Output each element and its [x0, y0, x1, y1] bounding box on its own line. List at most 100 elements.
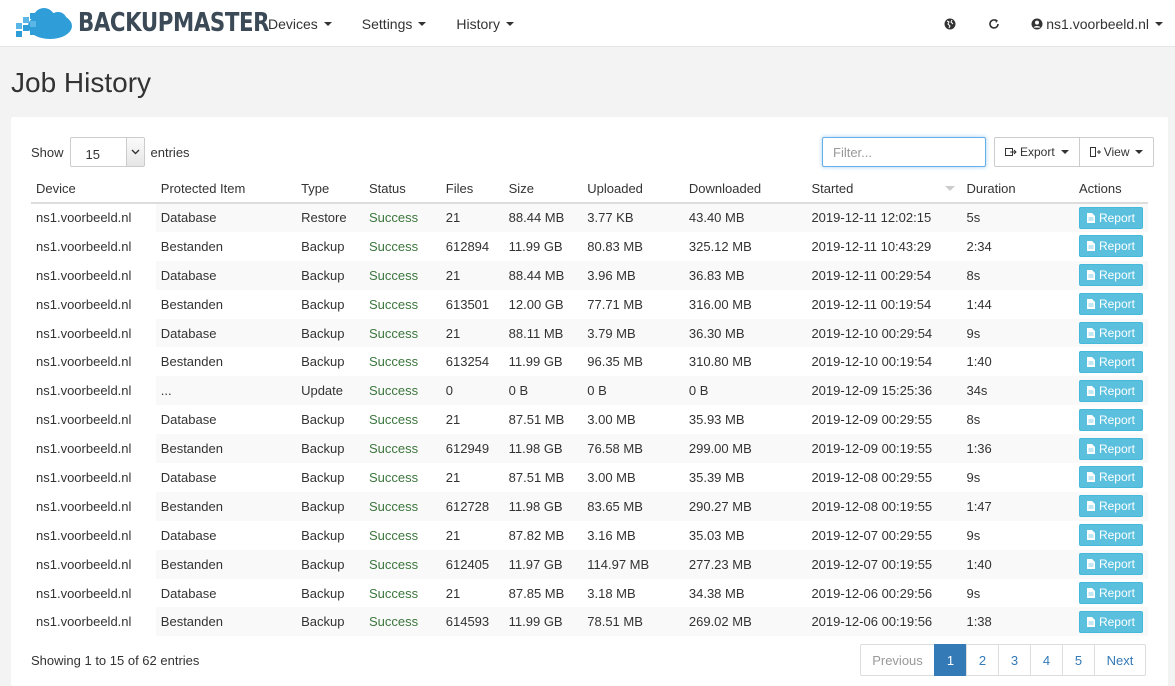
pagination-page-2[interactable]: 2: [966, 644, 999, 676]
cell-files: 612728: [440, 491, 504, 521]
col-protected-item[interactable]: Protected Item: [155, 175, 297, 204]
table-row: ns1.voorbeeld.nl Database Backup Success 21 8…: [31, 318, 1148, 348]
col-size[interactable]: Size: [503, 175, 583, 204]
entries-select[interactable]: 15: [69, 137, 145, 167]
view-label: View: [1103, 145, 1130, 159]
cell-type: Restore: [296, 203, 364, 232]
filter-input[interactable]: Filter...: [822, 137, 986, 167]
cell-duration: 1:40: [966, 354, 992, 370]
cell-size: 87.51 MB: [508, 412, 565, 428]
table-row: ns1.voorbeeld.nl Bestanden Backup Success 61…: [31, 607, 1148, 637]
col-status[interactable]: Status: [363, 175, 441, 204]
report-button-label: Report: [1098, 297, 1135, 312]
nav-right: ns1.voorbeeld.nl: [943, 0, 1163, 47]
table-header-row: Device Protected Item Type Status Files …: [31, 175, 1148, 204]
cell-protected-item: Bestanden: [155, 434, 297, 464]
col-started[interactable]: Started: [806, 175, 962, 204]
nav-history[interactable]: History: [456, 16, 514, 32]
cell-files: 21: [445, 412, 461, 428]
report-button[interactable]: Report: [1078, 206, 1143, 229]
cell-status: Success: [363, 491, 441, 521]
report-button[interactable]: Report: [1078, 322, 1143, 344]
cell-duration: 9s: [966, 527, 981, 543]
entries-select-value: 15: [85, 147, 100, 162]
cell-type: Backup: [301, 296, 345, 312]
report-button[interactable]: Report: [1078, 610, 1143, 633]
cell-protected-item: ...: [155, 376, 297, 406]
cell-device: ns1.voorbeeld.nl: [31, 549, 156, 579]
cell-protected-item: Bestanden: [155, 491, 297, 521]
pagination-page-4[interactable]: 4: [1030, 644, 1063, 676]
table-row: ns1.voorbeeld.nl Bestanden Backup Success 61…: [31, 290, 1148, 319]
caret-down-icon: [505, 21, 514, 26]
cell-started: 2019-12-11 00:29:54: [806, 260, 962, 290]
brand-logo[interactable]: BACKUPMASTER: [14, 5, 311, 41]
report-button[interactable]: Report: [1078, 553, 1143, 576]
export-icon: [1005, 148, 1017, 156]
pagination-page-3[interactable]: 3: [998, 644, 1031, 676]
report-button[interactable]: Report: [1078, 379, 1143, 402]
report-button-label: Report: [1098, 383, 1135, 398]
cell-device: ns1.voorbeeld.nl: [36, 527, 132, 543]
report-button[interactable]: Report: [1078, 466, 1143, 489]
caret-down-icon: [418, 21, 427, 26]
cell-duration: 1:40: [961, 549, 1074, 579]
cell-actions: Report: [1074, 232, 1148, 261]
col-type[interactable]: Type: [296, 175, 364, 204]
cell-started: 2019-12-10 00:19:54: [811, 354, 933, 370]
cell-type: Backup: [296, 491, 364, 521]
view-button[interactable]: View: [1079, 137, 1155, 167]
col-duration[interactable]: Duration: [961, 175, 1074, 204]
cell-status: Success: [368, 354, 419, 370]
cell-uploaded: 77.71 MB: [587, 296, 643, 312]
cell-actions: Report: [1074, 347, 1148, 376]
report-button[interactable]: Report: [1078, 235, 1143, 258]
cell-device: ns1.voorbeeld.nl: [31, 491, 156, 521]
cell-status: Success: [368, 238, 419, 254]
cell-actions: Report: [1073, 260, 1148, 290]
col-downloaded[interactable]: Downloaded: [683, 175, 807, 204]
pagination-next[interactable]: Next: [1094, 644, 1146, 676]
cell-status: Success: [363, 549, 441, 579]
cell-uploaded: 114.97 MB: [582, 549, 684, 579]
report-button[interactable]: Report: [1078, 495, 1143, 518]
user-menu[interactable]: ns1.voorbeeld.nl: [1031, 16, 1163, 32]
nav-devices[interactable]: Devices: [268, 16, 332, 32]
report-button-label: Report: [1098, 412, 1135, 427]
cell-actions: Report: [1073, 607, 1148, 637]
report-button[interactable]: Report: [1078, 350, 1143, 373]
col-files[interactable]: Files: [440, 175, 504, 204]
top-navbar: BACKUPMASTER Devices Settings History ns…: [0, 0, 1175, 47]
cell-uploaded: 83.65 MB: [582, 491, 684, 521]
table-row: ns1.voorbeeld.nl Database Backup Success 21 8…: [31, 579, 1148, 608]
cell-status: Success: [368, 585, 419, 601]
report-button[interactable]: Report: [1078, 524, 1143, 547]
globe-icon[interactable]: [943, 17, 957, 31]
cell-duration: 9s: [961, 318, 1074, 348]
cell-actions: Report: [1073, 318, 1148, 348]
cell-downloaded: 325.12 MB: [688, 238, 752, 254]
col-device[interactable]: Device: [31, 175, 156, 204]
nav-settings[interactable]: Settings: [362, 16, 427, 32]
cell-files: 21: [440, 203, 504, 232]
report-button-label: Report: [1098, 354, 1135, 369]
cell-protected-item: Database: [160, 585, 217, 601]
export-button[interactable]: Export: [994, 137, 1080, 167]
report-button[interactable]: Report: [1078, 293, 1143, 316]
report-button[interactable]: Report: [1078, 437, 1143, 460]
report-button[interactable]: Report: [1078, 408, 1143, 431]
refresh-icon[interactable]: [987, 17, 1001, 31]
cell-actions: Report: [1074, 405, 1148, 434]
pagination-previous[interactable]: Previous: [860, 644, 935, 676]
col-uploaded[interactable]: Uploaded: [582, 175, 684, 204]
table-row: ns1.voorbeeld.nl Bestanden Backup Success 61…: [31, 347, 1148, 376]
cell-type: Backup: [301, 585, 345, 601]
report-button[interactable]: Report: [1078, 264, 1143, 287]
pagination-page-1[interactable]: 1: [934, 644, 967, 676]
cell-files: 21: [445, 585, 461, 601]
cell-type: Backup: [296, 260, 364, 290]
report-button[interactable]: Report: [1078, 582, 1143, 605]
pagination-page-5[interactable]: 5: [1062, 644, 1095, 676]
cell-uploaded: 3.77 KB: [582, 203, 684, 232]
cell-started: 2019-12-09 00:19:55: [806, 434, 962, 464]
